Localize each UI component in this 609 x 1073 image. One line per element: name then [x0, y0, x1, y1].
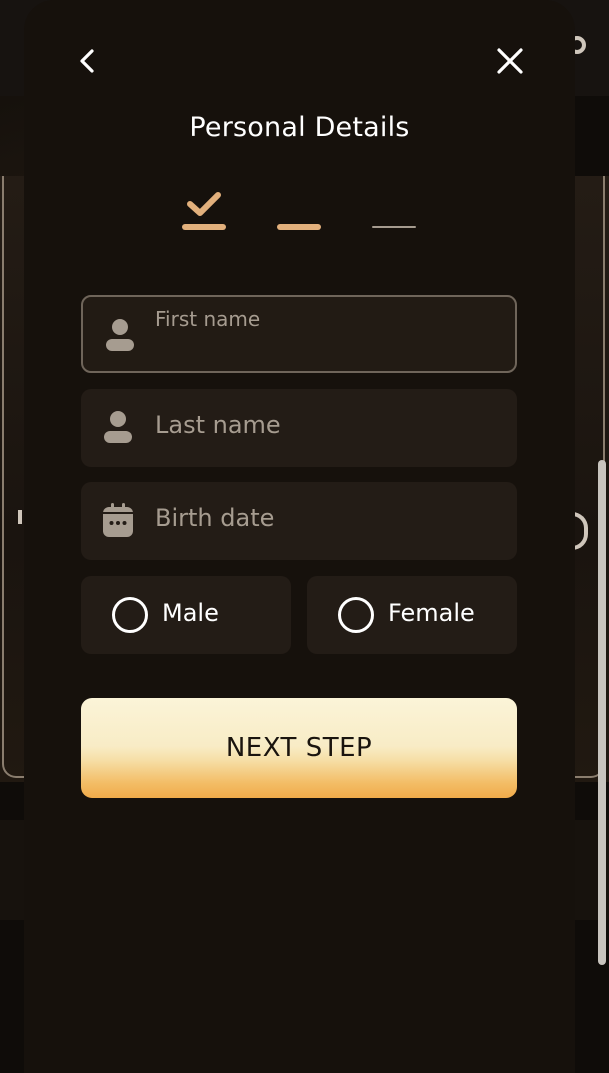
radio-button[interactable] [338, 597, 374, 633]
birth-date-field[interactable]: Birth date [81, 482, 517, 560]
step-bar [277, 224, 321, 230]
page-title: Personal Details [189, 112, 410, 143]
close-icon [497, 48, 523, 74]
step-bar [182, 224, 226, 230]
chevron-left-icon [80, 49, 94, 73]
step-indicator-current [277, 190, 321, 230]
next-step-button[interactable]: NEXT STEP [81, 698, 517, 798]
birth-date-placeholder: Birth date [155, 504, 275, 532]
gender-label: Male [162, 599, 219, 627]
radio-button[interactable] [112, 597, 148, 633]
scrollbar[interactable] [598, 460, 606, 965]
gender-option-male[interactable]: Male [81, 576, 291, 654]
last-name-field[interactable]: Last name [81, 389, 517, 467]
last-name-placeholder: Last name [155, 411, 281, 439]
first-name-placeholder: First name [155, 307, 261, 331]
gender-option-female[interactable]: Female [307, 576, 517, 654]
calendar-icon [103, 503, 133, 537]
gender-label: Female [388, 599, 475, 627]
person-icon [104, 411, 132, 443]
step-indicator-upcoming [372, 190, 416, 230]
person-icon [106, 319, 134, 351]
close-button[interactable] [490, 41, 530, 81]
step-indicator-completed [182, 190, 226, 230]
personal-details-sheet: Personal Details First name Last name Bi… [24, 0, 575, 1073]
back-button[interactable] [68, 41, 108, 81]
step-bar [372, 226, 416, 228]
first-name-field[interactable]: First name [81, 295, 517, 373]
background-glyph [18, 510, 22, 524]
checkmark-icon [187, 192, 221, 216]
